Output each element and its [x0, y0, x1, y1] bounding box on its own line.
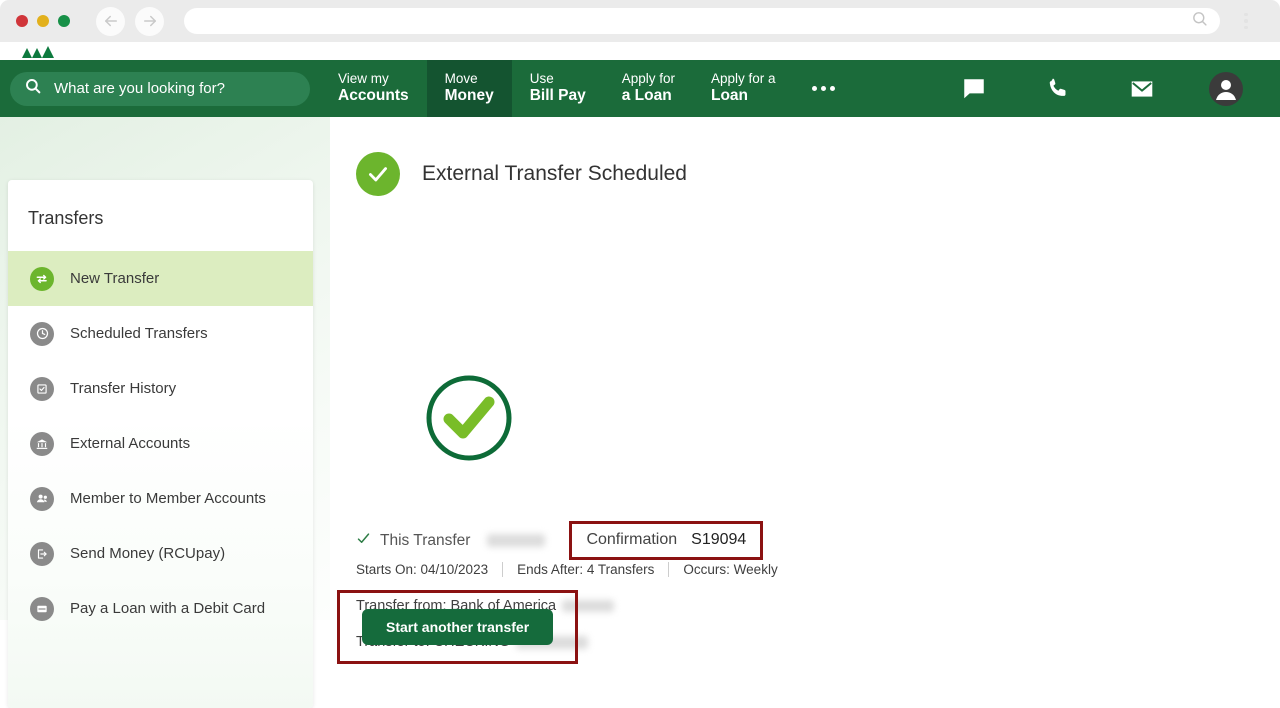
user-avatar-icon[interactable] — [1184, 71, 1268, 107]
nav-item-bottom-label: Bill Pay — [529, 87, 586, 105]
meta-divider — [502, 562, 504, 577]
sidebar-item-pay-a-loan-with-a-debit-card[interactable]: Pay a Loan with a Debit Card — [8, 581, 313, 636]
this-transfer-label-group: This Transfer — [356, 531, 546, 551]
redacted-transfer-amount — [487, 534, 546, 547]
nav-item-view-my-accounts[interactable]: View my Accounts — [320, 60, 427, 117]
sidebar-item-member-to-member-accounts[interactable]: Member to Member Accounts — [8, 471, 313, 526]
nav-item-bottom-label: Money — [444, 87, 494, 105]
transfer-meta-row: Starts On: 04/10/2023 Ends After: 4 Tran… — [356, 562, 778, 577]
search-input[interactable]: What are you looking for? — [10, 71, 310, 106]
brand-logo-icon[interactable] — [20, 36, 62, 63]
header-utility-icons — [932, 60, 1280, 117]
kebab-menu-icon[interactable] — [1236, 12, 1256, 30]
sidebar-item-label: Member to Member Accounts — [70, 490, 266, 507]
sidebar-item-label: Send Money (RCUpay) — [70, 545, 226, 562]
check-mark-icon — [356, 531, 371, 551]
sidebar-item-transfer-history[interactable]: Transfer History — [8, 361, 313, 416]
nav-item-use-bill-pay[interactable]: Use Bill Pay — [512, 60, 604, 117]
sidebar-item-scheduled-transfers[interactable]: Scheduled Transfers — [8, 306, 313, 361]
nav-item-top-label: Apply for — [621, 71, 675, 87]
start-another-transfer-highlight-box: Start another transfer — [337, 590, 579, 664]
nav-item-bottom-label: Loan — [711, 87, 749, 105]
close-window-button[interactable] — [16, 15, 28, 27]
envelope-icon[interactable] — [1100, 76, 1184, 102]
nav-item-apply-for-a-loan-secondary[interactable]: Apply for a Loan — [693, 60, 794, 117]
site-header: What are you looking for? View my Accoun… — [0, 60, 1280, 117]
confirmation-row: This Transfer Confirmation S19094 — [356, 521, 764, 560]
meta-occurs: Occurs: Weekly — [683, 562, 778, 577]
forward-arrow-icon[interactable] — [135, 6, 164, 36]
meta-starts-on: Starts On: 04/10/2023 — [356, 562, 489, 577]
nav-item-apply-for-a-loan[interactable]: Apply for a Loan — [604, 60, 693, 117]
sidebar-title: Transfers — [28, 208, 104, 228]
confirmation-highlight-box: Confirmation S19094 — [569, 521, 764, 560]
logo-strip — [0, 42, 1280, 60]
nav-item-top-label: Apply for a — [711, 71, 776, 87]
chat-icon[interactable] — [932, 76, 1016, 102]
sidebar-item-label: Transfer History — [70, 380, 177, 397]
nav-item-move-money[interactable]: Move Money — [426, 60, 512, 117]
meta-divider — [668, 562, 670, 577]
web-page: What are you looking for? View my Accoun… — [0, 42, 1280, 708]
sidebar-item-external-accounts[interactable]: External Accounts — [8, 416, 313, 471]
phone-icon[interactable] — [1016, 76, 1100, 101]
nav-item-bottom-label: a Loan — [621, 87, 672, 105]
sidebar-item-label: External Accounts — [70, 435, 191, 452]
search-icon — [24, 77, 42, 100]
sidebar-item-label: Scheduled Transfers — [70, 325, 208, 342]
transfer-arrows-icon — [30, 266, 54, 291]
send-money-icon — [30, 541, 54, 566]
search-placeholder: What are you looking for? — [54, 80, 225, 97]
history-checklist-icon — [30, 376, 54, 401]
nav-item-bottom-label: Accounts — [338, 87, 409, 105]
sidebar-panel: Transfers New Transfer Scheduled Transfe… — [8, 180, 313, 708]
browser-nav-buttons — [96, 6, 164, 36]
more-menu-icon[interactable] — [794, 60, 854, 117]
confirmation-number: S19094 — [691, 531, 747, 548]
this-transfer-label: This Transfer — [380, 531, 471, 549]
nav-item-top-label: Use — [529, 71, 554, 87]
start-another-transfer-button[interactable]: Start another transfer — [362, 609, 554, 645]
header-search-area: What are you looking for? — [0, 60, 320, 117]
header-spacer — [854, 60, 932, 117]
sidebar-item-new-transfer[interactable]: New Transfer — [8, 251, 313, 306]
sidebar-item-label: Pay a Loan with a Debit Card — [70, 600, 266, 617]
bank-icon — [30, 431, 54, 456]
nav-item-top-label: Move — [444, 71, 478, 87]
sidebar-item-label: New Transfer — [70, 270, 160, 287]
page-title: External Transfer Scheduled — [422, 162, 687, 185]
large-check-circle-icon — [423, 372, 515, 469]
maximize-window-button[interactable] — [58, 15, 70, 27]
browser-chrome — [0, 0, 1280, 42]
clock-icon — [30, 321, 54, 346]
meta-ends-after: Ends After: 4 Transfers — [517, 562, 655, 577]
address-bar[interactable] — [184, 8, 1220, 34]
people-icon — [30, 486, 54, 511]
page-header: External Transfer Scheduled — [330, 117, 1280, 196]
search-icon[interactable] — [1191, 10, 1208, 32]
check-circle-icon — [356, 152, 400, 196]
page-body: Transfers New Transfer Scheduled Transfe… — [0, 117, 1280, 708]
card-icon — [30, 596, 54, 621]
back-arrow-icon[interactable] — [96, 6, 125, 36]
sidebar-item-send-money-rcupay[interactable]: Send Money (RCUpay) — [8, 526, 313, 581]
confirmation-label: Confirmation — [586, 531, 678, 548]
minimize-window-button[interactable] — [37, 15, 49, 27]
window-traffic-lights — [16, 15, 70, 27]
main-navigation: View my Accounts Move Money Use Bill Pay… — [320, 60, 794, 117]
main-content: External Transfer Scheduled This Transfe… — [330, 117, 1280, 664]
nav-item-top-label: View my — [338, 71, 389, 87]
